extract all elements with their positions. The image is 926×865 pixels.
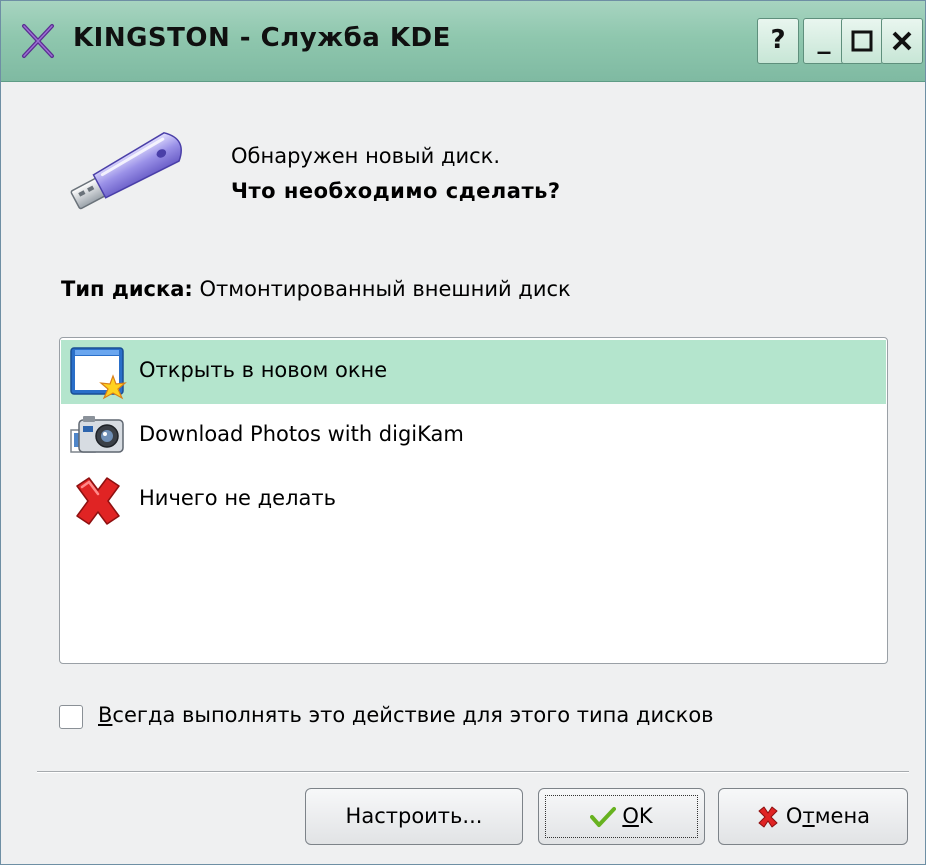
close-button[interactable]	[881, 18, 923, 64]
action-label: Открыть в новом окне	[139, 358, 388, 382]
configure-button[interactable]: Настроить...	[305, 788, 523, 845]
red-x-icon	[76, 477, 120, 525]
question-message: Что необходимо сделать?	[231, 179, 561, 203]
maximize-icon	[851, 30, 873, 52]
always-do-checkbox[interactable]	[59, 705, 83, 729]
help-button[interactable]: ?	[757, 18, 799, 64]
usb-drive-icon	[70, 132, 182, 210]
close-icon	[892, 31, 912, 51]
disk-type-row: Тип диска: Отмонтированный внешний диск	[61, 277, 571, 301]
kde-x-logo-icon[interactable]	[21, 23, 55, 59]
kde-dialog-window: KINGSTON - Служба KDE ? _ Обнаружен новы…	[0, 0, 926, 865]
list-item-digikam[interactable]: Download Photos with digiKam	[61, 404, 886, 468]
action-list[interactable]: Открыть в новом окне Download Photos wit…	[59, 337, 888, 664]
list-item-open-new-window[interactable]: Открыть в новом окне	[61, 340, 886, 404]
checkmark-icon	[590, 806, 617, 827]
action-label: Ничего не делать	[139, 486, 336, 510]
always-do-label[interactable]: Всегда выполнять это действие для этого …	[98, 703, 714, 727]
ok-button[interactable]: OK	[538, 788, 705, 845]
maximize-button[interactable]	[841, 18, 883, 64]
cancel-button[interactable]: Отмена	[718, 788, 908, 845]
detected-message: Обнаружен новый диск.	[231, 144, 501, 168]
title-bar[interactable]: KINGSTON - Служба KDE ? _	[1, 1, 925, 82]
ok-accel: O	[622, 804, 639, 828]
minimize-button[interactable]: _	[803, 18, 845, 64]
disk-type-value: Отмонтированный внешний диск	[199, 277, 571, 301]
disk-type-label: Тип диска:	[61, 277, 193, 301]
ok-text: K	[638, 804, 653, 828]
always-accel: В	[98, 703, 113, 727]
cancel-accel: т	[802, 804, 815, 828]
action-label: Download Photos with digiKam	[139, 422, 464, 446]
cancel-icon	[758, 806, 778, 827]
always-text: сегда выполнять это действие для этого т…	[112, 703, 714, 727]
cancel-rest: мена	[814, 804, 871, 828]
new-window-icon	[70, 347, 127, 400]
digikam-camera-icon	[70, 416, 124, 453]
cancel-pre: О	[785, 804, 803, 828]
separator	[37, 771, 909, 773]
list-item-do-nothing[interactable]: Ничего не делать	[61, 468, 886, 532]
window-title: KINGSTON - Служба KDE	[73, 23, 451, 53]
